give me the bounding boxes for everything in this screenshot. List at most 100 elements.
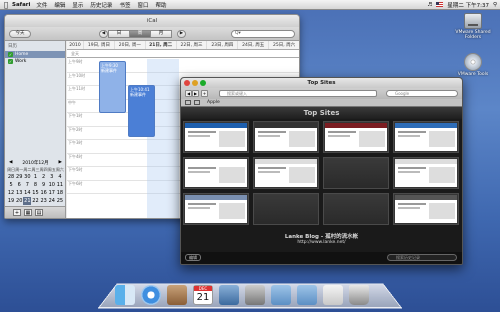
mini-day-cell[interactable]: 3 [48,173,56,181]
checkbox-icon[interactable]: ✓ [8,52,13,57]
top-site-thumbnail[interactable] [323,157,389,189]
ical-search-field[interactable]: Q▾ [231,30,295,38]
close-button[interactable] [184,80,190,86]
mini-day-cell[interactable]: 18 [56,189,64,197]
prev-week-button[interactable]: ◀ [99,30,108,38]
top-site-thumbnail[interactable] [393,121,459,153]
mini-day-cell[interactable]: 8 [31,181,39,189]
forward-button[interactable]: ▶ [192,90,199,97]
show-tasks-icon[interactable]: ▤ [35,209,43,216]
downloads-stack-icon[interactable] [323,285,343,305]
desktop-item-shared-folders[interactable]: VMware Shared Folders [448,13,498,40]
apple-menu-icon[interactable]:  [0,1,12,9]
system-preferences-icon[interactable] [245,285,265,305]
top-site-thumbnail[interactable] [183,193,249,225]
menu-history[interactable]: 历史记录 [90,1,112,9]
next-week-button[interactable]: ▶ [177,30,186,38]
menubar-clock[interactable]: 星期二 下午7:37 [447,1,489,9]
today-button[interactable]: 今天 [9,30,31,38]
spotlight-icon[interactable]: ⚲ [493,2,497,8]
show-bookmarks-icon[interactable] [185,100,191,105]
back-button[interactable]: ◀ [185,90,192,97]
top-sites-grid-icon[interactable] [194,100,200,105]
input-source-flag-icon[interactable] [436,2,444,7]
mini-day-cell[interactable]: 9 [40,181,48,189]
menu-edit[interactable]: 编辑 [54,1,65,9]
search-history-field[interactable]: 搜索历史记录 [387,254,457,261]
all-day-row[interactable]: 全天 [67,50,299,58]
volume-icon[interactable]: ♬ [427,2,432,8]
mini-day-cell[interactable]: 15 [31,189,39,197]
mini-day-cell[interactable]: 22 [31,197,39,205]
mini-day-cell[interactable]: 4 [56,173,64,181]
documents-folder-icon[interactable] [297,285,317,305]
event-block-selected[interactable]: 上午10:41 新建事件 [128,85,155,137]
finder-icon[interactable] [115,285,135,305]
address-book-icon[interactable] [167,285,187,305]
show-calendar-icon[interactable]: ▦ [24,209,32,216]
view-week-button[interactable]: 周 [129,30,151,38]
top-site-thumbnail[interactable] [323,193,389,225]
top-site-thumbnail[interactable] [253,121,319,153]
menu-view[interactable]: 显示 [72,1,83,9]
mini-prev-icon[interactable]: ◀ [9,160,12,166]
calendar-item-home[interactable]: ✓ Home [5,51,65,58]
event-block[interactable]: 上午9:30 新建事件 [99,61,126,113]
day-column-header[interactable]: 22日, 周三 [175,41,207,49]
bookmark-apple[interactable]: Apple [207,100,220,105]
safari-icon[interactable] [141,285,161,305]
mini-day-cell[interactable]: 10 [48,181,56,189]
mini-day-cell[interactable]: 17 [48,189,56,197]
mini-day-cell[interactable]: 20 [15,197,23,205]
top-site-thumbnail[interactable] [393,193,459,225]
top-site-thumbnail[interactable] [183,121,249,153]
mini-day-cell[interactable]: 21 [23,197,32,205]
top-site-thumbnail[interactable] [323,121,389,153]
mini-day-cell[interactable]: 24 [48,197,56,205]
day-column-header[interactable]: 19日, 周日 [83,41,114,49]
view-month-button[interactable]: 月 [150,30,172,38]
day-column-header[interactable]: 25日, 周六 [268,41,299,49]
mini-day-cell[interactable]: 29 [15,173,23,181]
mini-day-cell[interactable]: 7 [23,181,31,189]
top-site-thumbnail[interactable] [393,157,459,189]
add-calendar-button[interactable]: + [13,209,21,216]
trash-icon[interactable] [349,285,369,305]
mini-day-cell[interactable]: 28 [7,173,15,181]
iphoto-icon[interactable] [219,285,239,305]
mini-day-cell[interactable]: 30 [23,173,31,181]
applications-folder-icon[interactable] [271,285,291,305]
mini-day-cell[interactable]: 13 [15,189,23,197]
add-bookmark-button[interactable]: + [201,90,208,97]
mini-day-cell[interactable]: 19 [7,197,15,205]
day-column-header[interactable]: 24日, 周五 [237,41,268,49]
day-column-header[interactable]: 21日, 周二 [144,41,176,49]
zoom-button[interactable] [200,80,206,86]
mini-day-cell[interactable]: 25 [56,197,64,205]
top-site-thumbnail[interactable] [183,157,249,189]
mini-day-cell[interactable]: 11 [56,181,64,189]
mini-day-cell[interactable]: 1 [31,173,39,181]
mini-day-cell[interactable]: 23 [40,197,48,205]
calendar-item-work[interactable]: ✓ Work [5,58,65,65]
desktop-item-vmware-tools[interactable]: VMware Tools [448,53,498,77]
mini-day-cell[interactable]: 6 [15,181,23,189]
menu-help[interactable]: 帮助 [155,1,166,9]
view-day-button[interactable]: 日 [108,30,130,38]
checkbox-icon[interactable]: ✓ [8,59,13,64]
mini-day-cell[interactable]: 5 [7,181,15,189]
menu-window[interactable]: 窗口 [137,1,148,9]
mini-day-cell[interactable]: 12 [7,189,15,197]
mini-day-cell[interactable]: 14 [23,189,31,197]
menu-bookmarks[interactable]: 书签 [119,1,130,9]
top-site-thumbnail[interactable] [253,157,319,189]
address-field[interactable]: 搜索或键入 [219,90,377,97]
top-site-thumbnail[interactable] [253,193,319,225]
edit-top-sites-button[interactable]: 编辑 [185,254,201,261]
mini-next-icon[interactable]: ▶ [59,160,62,166]
google-search-field[interactable]: Google [386,90,458,97]
day-column-header[interactable]: 20日, 周一 [113,41,145,49]
minimize-button[interactable] [192,80,198,86]
menu-file[interactable]: 文件 [36,1,47,9]
mini-day-cell[interactable]: 16 [40,189,48,197]
